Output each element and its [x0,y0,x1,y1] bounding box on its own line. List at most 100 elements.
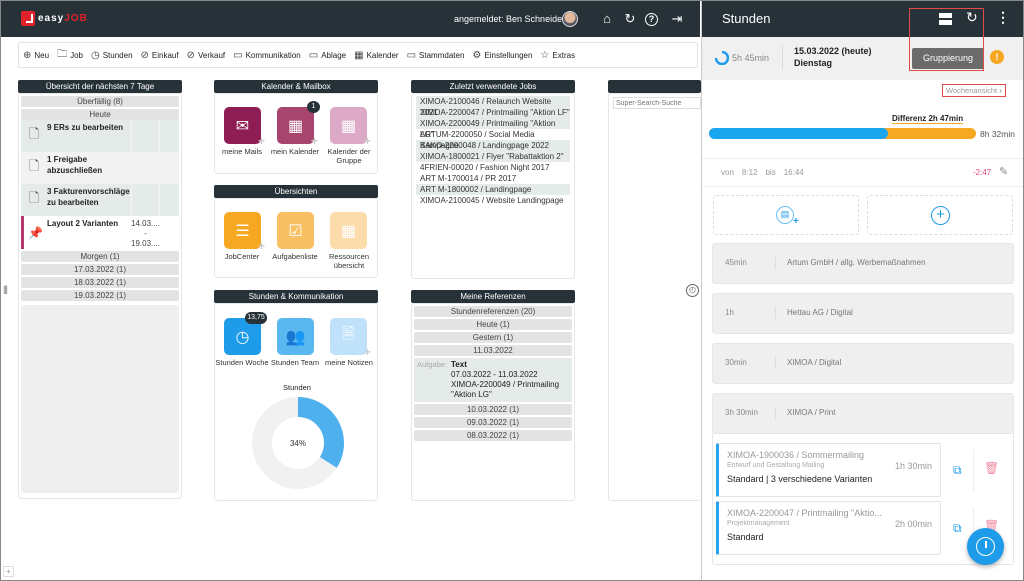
home-icon[interactable]: ⌂ [599,11,615,27]
group-calendar-tile[interactable]: ▦ + [330,107,371,148]
recent-job-item[interactable]: BAKO-2200048 / Landingpage 2022 [416,140,570,151]
day-group[interactable]: 17.03.2022 (1) [21,264,179,275]
time-entry[interactable]: XIMOA-2200047 / Printmailing "Aktio... Pr… [716,501,941,555]
hours-comm-widget: ◷ 13,75 Stunden Woche 👥 Stunden Team 🗎 + … [214,303,378,501]
logged-bar [709,128,888,139]
reference-group[interactable]: 08.03.2022 (1) [414,430,572,441]
reference-group[interactable]: 10.03.2022 (1) [414,404,572,415]
toolbar-verkauf[interactable]: ⊘ Verkauf [187,50,226,61]
recent-job-item[interactable]: XIMOA-2100046 / Relaunch Website 2021 [416,96,570,117]
more-menu-icon[interactable]: ⋮ [996,9,1010,26]
toolbar-stammdaten[interactable]: ▭ Stammdaten [407,50,465,61]
progress-ring-icon [715,51,729,65]
toolbar-extras[interactable]: ☆ Extras [540,50,575,61]
toolbar-kalender[interactable]: ▦ Kalender [354,50,398,61]
task-item[interactable]: 🗋 3 Fakturenvorschläge zu bearbeiten [21,184,179,216]
clock-toggle-icon[interactable]: ◴ [686,284,699,297]
stopwatch-icon [976,537,995,556]
recent-job-item[interactable]: XIMOA-2200047 / Printmailing "Aktion LF" [416,107,570,118]
start-time[interactable]: 8:12 [742,168,758,177]
toolbar-neu[interactable]: ⊕ Neu [23,50,49,61]
group-name: XIMOA / Print [787,408,836,417]
add-entry-button[interactable]: + [867,195,1013,235]
recent-job-item[interactable]: ART M-1800002 / Landingpage [416,184,570,195]
time-range: von 8:12 bis 16:44 [721,168,804,177]
refresh-icon[interactable]: ↻ [622,11,638,27]
hours-group-card[interactable]: 45min Artum GmbH / allg. Werbemaßnahmen [712,243,1014,284]
reference-task[interactable]: Aufgabe: Text 07.03.2022 - 11.03.2022 XI… [414,358,572,402]
mails-tile[interactable]: ✉ + [224,107,265,148]
task-item[interactable]: 🗋 9 ERs zu bearbeiten [21,120,179,152]
add-from-template-button[interactable]: ▤ + [713,195,859,235]
stopwatch-fab[interactable] [967,528,1004,565]
hours-group-card[interactable]: 30min XIMOA / Digital [712,343,1014,384]
logout-icon[interactable]: ⇥ [669,11,685,27]
hours-team-tile[interactable]: 👥 [277,318,314,355]
toolbar-einkauf[interactable]: ⊘ Einkauf [141,50,179,61]
entry-duration: 1h 30min [894,461,932,471]
super-search-input[interactable] [613,97,701,109]
recent-job-item[interactable]: XIMOA-2100045 / Website Landingpage [416,195,570,206]
kommunikation-icon: ▭ [233,49,243,61]
edit-icon[interactable]: ✎ [999,165,1008,178]
plus-icon: + [257,239,265,253]
day-group[interactable]: Morgen (1) [21,251,179,262]
day-group[interactable]: 19.03.2022 (1) [21,290,179,301]
warning-icon[interactable]: ! [990,50,1004,64]
entry-activity: Entwurf und Gestaltung Mailing [727,462,825,469]
logo-text-job: JOB [64,13,88,24]
reference-group[interactable]: Gestern (1) [414,332,572,343]
toolbar-kommunikation[interactable]: ▭ Kommunikation [233,50,301,61]
tasklist-tile[interactable]: ☑ [277,212,314,249]
highlight-box [909,8,984,71]
notes-tile[interactable]: 🗎 + [330,318,371,359]
jobcenter-tile[interactable]: ☰ + [224,212,265,253]
reference-group[interactable]: 09.03.2022 (1) [414,417,572,428]
reference-group[interactable]: Heute (1) [414,319,572,330]
easyjob-logo[interactable]: easyJOB [21,11,88,26]
toolbar-label: Verkauf [198,50,226,60]
add-widget-button[interactable]: + [3,566,14,577]
avatar[interactable] [562,11,578,27]
pinned-task-label: Layout 2 Varianten [47,219,119,228]
widget-title-calendar: Kalender & Mailbox [214,80,378,93]
hours-group-card[interactable]: 1h Hettau AG / Digital [712,293,1014,334]
task-item[interactable]: 🗋 1 Freigabe abzuschließen [21,152,179,184]
hours-group-card[interactable]: 3h 30min XIMOA / Print [712,393,1014,434]
plus-icon: + [363,345,371,359]
checklist-icon: ☑ [288,222,303,240]
help-icon[interactable]: ? [645,13,658,26]
hours-week-badge: 13,75 [245,312,267,324]
resources-tile[interactable]: ▦ [330,212,367,249]
references-header[interactable]: Stundenreferenzen (20) [414,306,572,317]
copy-icon[interactable]: ⧉ [953,521,962,536]
recent-job-item[interactable]: 4FRIEN-00020 / Fashion Night 2017 [416,162,570,173]
reference-group[interactable]: 11.03.2022 [414,345,572,356]
stammdaten-icon: ▭ [406,49,417,61]
task-label: 3 Fakturenvorschläge zu bearbeiten [47,187,130,207]
delete-icon[interactable]: 🗑 [984,461,999,475]
toolbar-job[interactable]: 🗀 Job [57,47,83,64]
hours-team-label: Stunden Team [270,358,320,367]
toolbar-einstellungen[interactable]: ⚙ Einstellungen [472,50,532,61]
toolbar-stunden[interactable]: ◷ Stunden [91,50,133,61]
day-group[interactable]: 18.03.2022 (1) [21,277,179,288]
recent-job-item[interactable]: ART M-1700014 / PR 2017 [416,173,570,184]
toolbar-ablage[interactable]: ▭ Ablage [309,50,346,61]
recent-job-item[interactable]: XIMOA-2200049 / Printmailing "Aktion LG" [416,118,570,139]
recent-job-item[interactable]: ARTUM-2200050 / Social Media Kampagne [416,129,570,150]
end-time[interactable]: 16:44 [784,168,804,177]
recent-job-item[interactable]: XIMOA-1800021 / Flyer "Rabattaktion 2" [416,151,570,162]
calendar-tile[interactable]: ▦ + [277,107,318,148]
today-group[interactable]: Heute [21,109,179,120]
time-entry[interactable]: XIMOA-1900036 / Sommermailing Entwurf und… [716,443,941,497]
copy-icon[interactable]: ⧉ [953,463,962,478]
overdue-group[interactable]: Überfällig (8) [21,96,179,107]
toolbar-label: Einkauf [151,50,179,60]
panel-resize-handle[interactable]: ||| [3,284,8,294]
pinned-task[interactable]: 📌 Layout 2 Varianten 14.03.... - 19.03..… [21,216,179,249]
week-view-link[interactable]: Wochenansicht › [942,84,1006,97]
note-icon: 🗎 [342,326,355,343]
time-delta: -2:47 [973,168,992,177]
logo-mark-icon [21,11,35,26]
